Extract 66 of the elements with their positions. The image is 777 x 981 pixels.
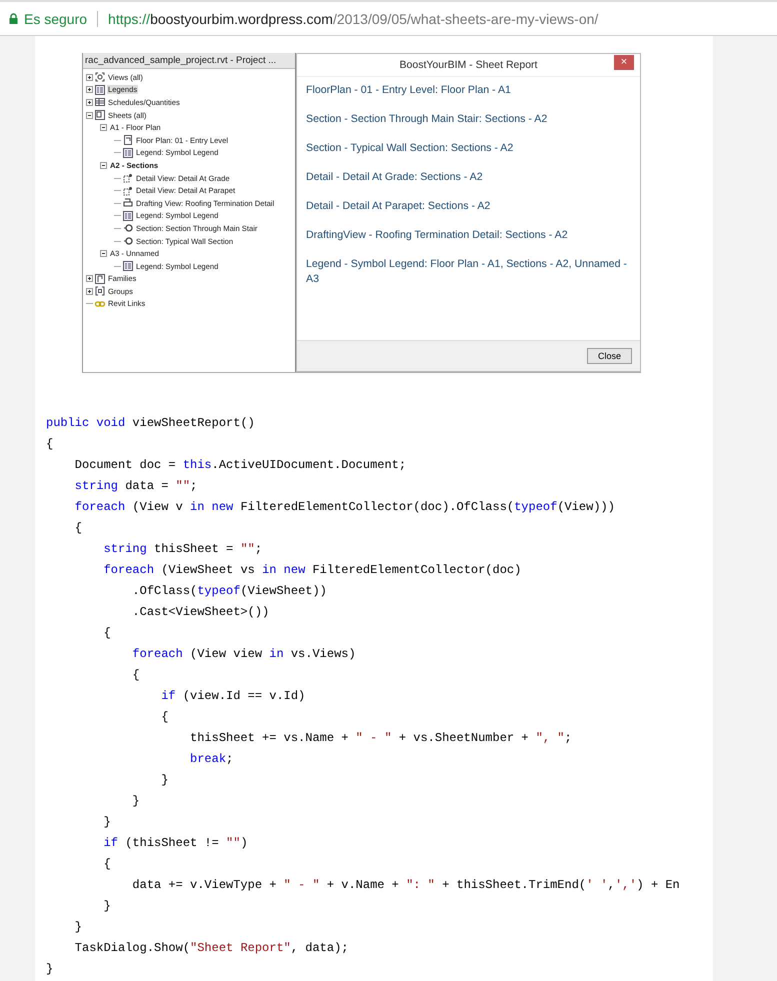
expand-icon[interactable] (86, 275, 93, 282)
detail-icon (123, 173, 133, 184)
code-line: break; (189, 751, 234, 768)
legend-icon (123, 210, 133, 221)
drafting-icon (123, 198, 133, 208)
code-line: foreach (View v in new FilteredElementCollector(doc).OfClass(typeof(View))) (74, 499, 616, 516)
code-line: string thisSheet = ""; (102, 541, 264, 558)
code-line: data += v.ViewType + " - " + v.Name + ": " + thisSheet.TrimEnd(' ',',') + En (131, 877, 681, 894)
report-line: Detail - Detail At Parapet: Sections - A2 (306, 199, 492, 214)
code-line: { (160, 709, 170, 726)
legend-icon (123, 148, 133, 158)
close-button[interactable]: Close (586, 348, 632, 364)
collapse-icon[interactable] (100, 162, 107, 169)
report-line: Detail - Detail At Grade: Sections - A2 (306, 170, 484, 184)
report-line: Section - Typical Wall Section: Sections - A2 (306, 141, 514, 156)
code-line: { (102, 625, 112, 642)
report-line: DraftingView - Roofing Termination Detail: Sections - A2 (306, 228, 569, 242)
code-line: thisSheet += vs.Name + " - " + vs.SheetNumber + ", "; (189, 730, 573, 747)
code-line: .Cast<ViewSheet>()) (131, 604, 270, 621)
section-icon (123, 223, 133, 234)
detail-icon (123, 186, 133, 196)
code-line: } (102, 814, 112, 831)
expand-icon[interactable] (86, 288, 93, 295)
code-line: foreach (ViewSheet vs in new FilteredElementCollector(doc) (102, 562, 522, 579)
collapse-icon[interactable] (100, 250, 107, 258)
code-line: if (view.Id == v.Id) (160, 688, 306, 705)
expand-icon[interactable] (86, 98, 93, 106)
code-line: TaskDialog.Show("Sheet Report", data); (74, 940, 350, 957)
collapse-icon[interactable] (100, 124, 107, 132)
code-line: .OfClass(typeof(ViewSheet)) (131, 583, 328, 600)
family-icon (95, 274, 105, 284)
security-label: Es seguro (24, 10, 88, 26)
code-line: Document doc = this.ActiveUIDocument.Document; (74, 457, 408, 474)
close-button[interactable]: × (614, 55, 634, 70)
code-line: public void viewSheetReport() (46, 415, 256, 432)
code-line: string data = ""; (74, 478, 198, 495)
expand-icon[interactable] (86, 86, 93, 94)
code-line: { (46, 436, 54, 453)
code-line: { (102, 856, 112, 873)
code-line: if (thisSheet != "") (102, 835, 249, 852)
report-line: FloorPlan - 01 - Entry Level: Floor Plan - A1 (306, 83, 512, 98)
report-line: Legend - Symbol Legend: Floor Plan - A1, Sections - A2, Unnamed - A3 (306, 257, 628, 286)
code-line: } (160, 772, 170, 789)
lock-icon (9, 13, 18, 24)
code-line: } (131, 793, 141, 810)
code-line: } (46, 961, 54, 978)
code-line: foreach (View view in vs.Views) (131, 646, 357, 663)
legend-icon (95, 84, 105, 95)
views-icon (95, 72, 105, 82)
plan-icon (123, 135, 133, 146)
dialog-title: BoostYourBIM - Sheet Report (400, 59, 538, 71)
group-icon (95, 286, 105, 296)
code-line: { (131, 667, 141, 684)
sheet-icon (95, 110, 105, 120)
url-text[interactable]: https://boostyourbim.wordpress.com/2013/09/05/what-sheets-are-my-views-on/ (108, 10, 598, 26)
link-icon (95, 300, 105, 307)
code-line: } (102, 898, 112, 915)
collapse-icon[interactable] (86, 112, 93, 119)
legend-icon (123, 261, 133, 272)
section-icon (123, 236, 133, 246)
code-line: } (74, 919, 84, 936)
panel-title: rac_advanced_sample_project.rvt - Project ... (83, 53, 295, 69)
expand-icon[interactable] (86, 74, 93, 81)
code-line: { (74, 520, 84, 537)
table-icon (95, 97, 105, 108)
report-line: Section - Section Through Main Stair: Sections - A2 (306, 112, 548, 126)
